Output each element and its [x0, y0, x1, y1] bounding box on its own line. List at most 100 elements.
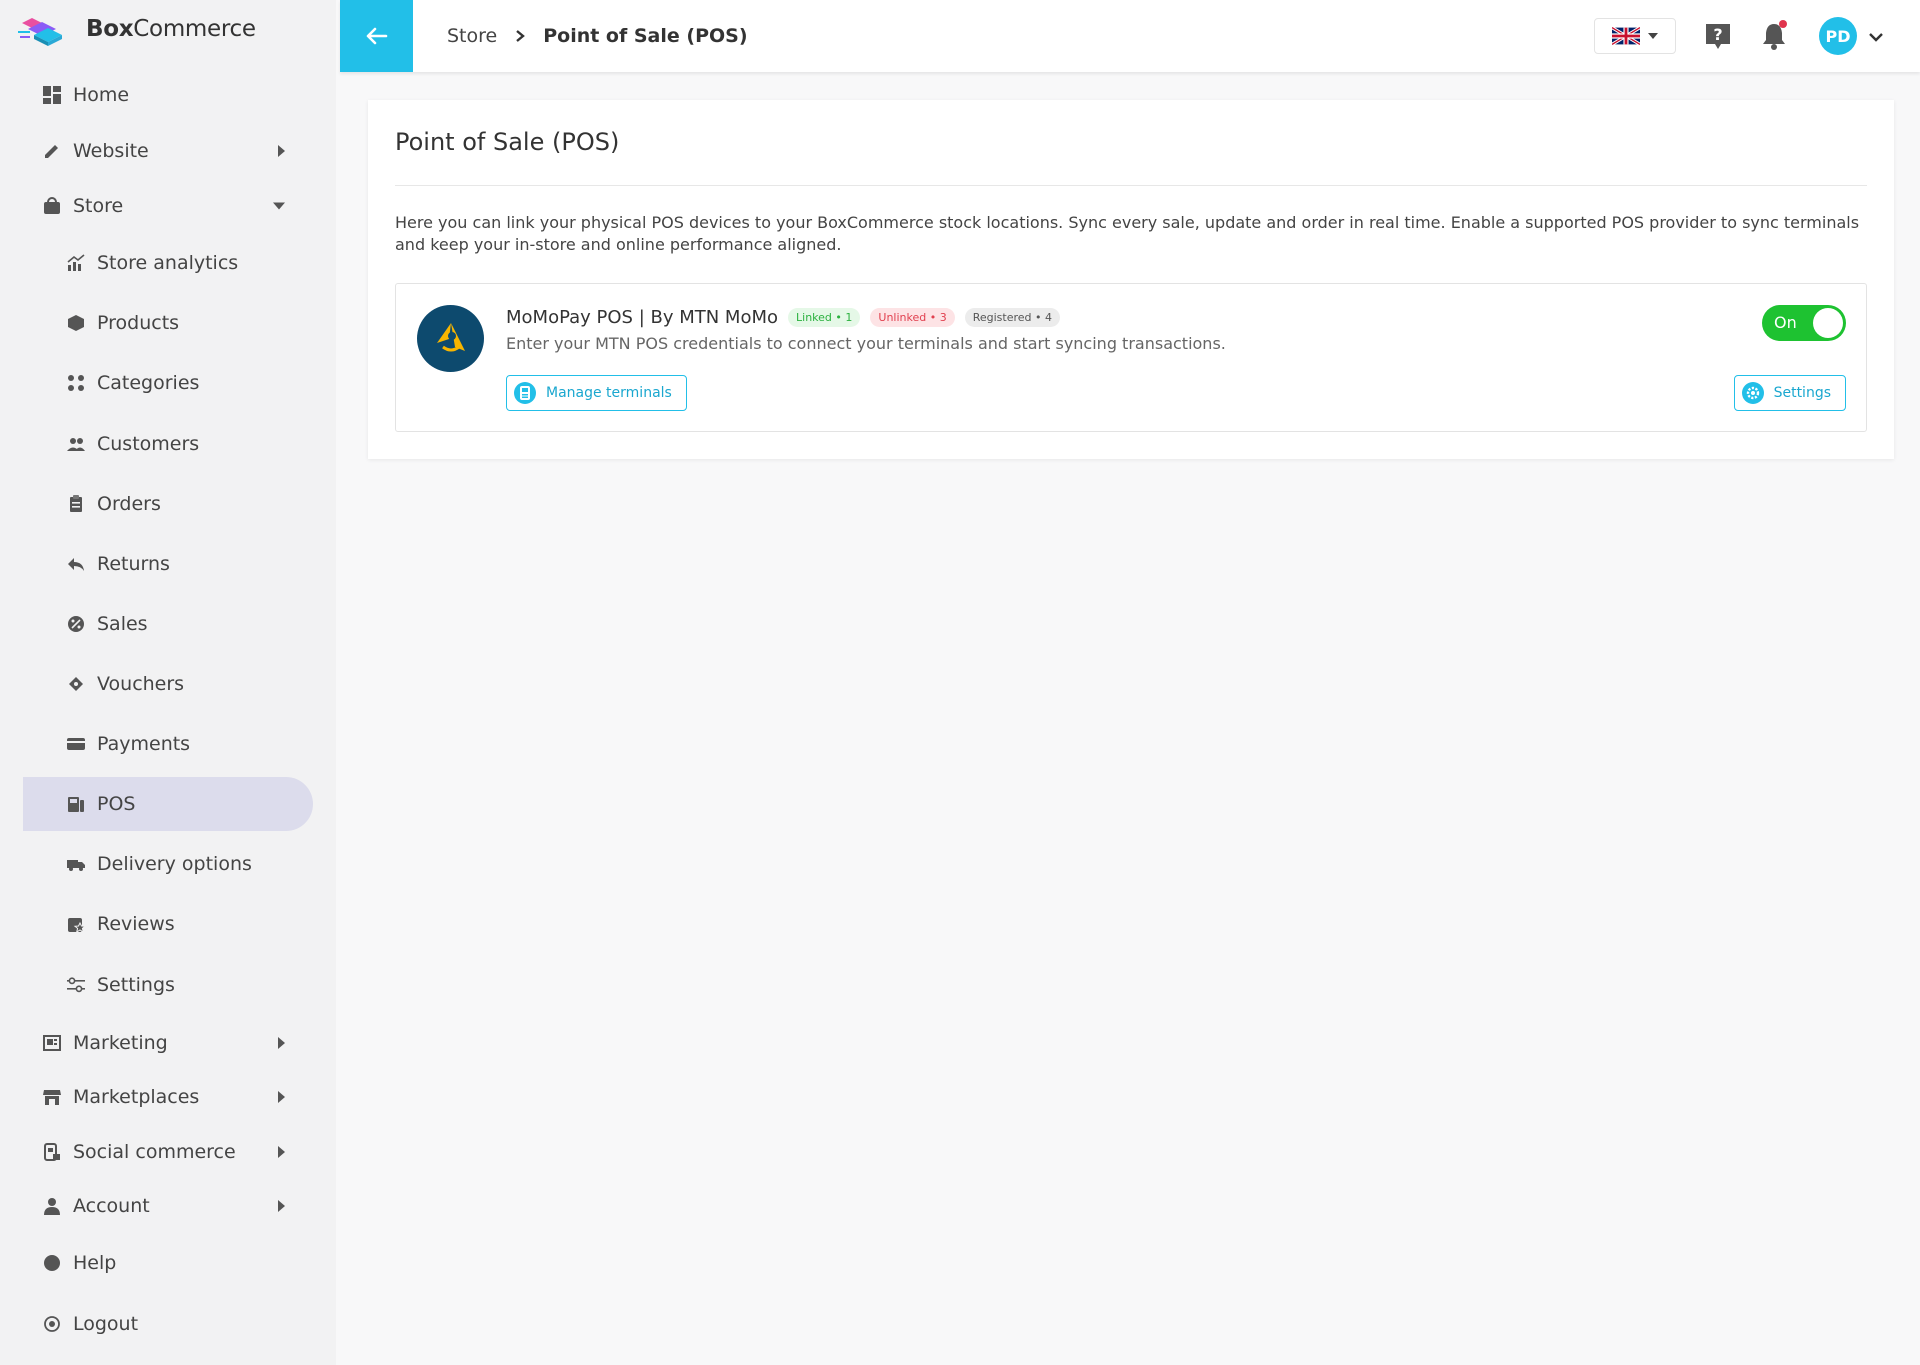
provider-name: MoMoPay POS | By MTN MoMo — [506, 307, 779, 328]
sidebar-item-label: Sales — [97, 613, 148, 635]
notification-dot — [1779, 20, 1787, 28]
shopping-bag-icon — [43, 197, 61, 215]
sidebar-item-logout[interactable]: Logout — [23, 1297, 313, 1351]
ticket-icon — [67, 675, 85, 693]
divider — [395, 185, 1867, 186]
toggle-label: On — [1774, 313, 1797, 332]
truck-icon — [67, 855, 85, 873]
terminal-icon — [514, 382, 536, 404]
dashboard-icon — [43, 86, 61, 104]
sidebar-item-vouchers[interactable]: Vouchers — [23, 657, 313, 711]
sidebar-item-marketing[interactable]: Marketing — [23, 1016, 313, 1070]
sidebar-item-help[interactable]: Help — [23, 1236, 313, 1290]
sidebar-item-settings[interactable]: Settings — [23, 958, 313, 1012]
provider-toggle[interactable]: On — [1762, 305, 1846, 341]
credit-card-icon — [67, 735, 85, 753]
people-icon — [67, 435, 85, 453]
sidebar-item-pos[interactable]: POS — [23, 777, 313, 831]
sidebar-item-label: Help — [73, 1252, 117, 1274]
boxcommerce-logo-icon — [18, 18, 62, 46]
sidebar-item-returns[interactable]: Returns — [23, 537, 313, 591]
chevron-right-icon — [278, 1146, 285, 1158]
manage-terminals-label: Manage terminals — [546, 385, 672, 401]
language-selector[interactable] — [1594, 18, 1676, 54]
sidebar-item-marketplaces[interactable]: Marketplaces — [23, 1070, 313, 1124]
sidebar-item-label: Home — [73, 84, 130, 106]
sidebar-item-customers[interactable]: Customers — [23, 417, 313, 471]
sidebar-item-label: Payments — [97, 733, 191, 755]
momo-logo-icon — [417, 305, 484, 372]
chevron-right-icon — [278, 1091, 285, 1103]
sidebar-item-label: Marketplaces — [73, 1086, 200, 1108]
question-bubble-icon: ? — [1706, 24, 1730, 49]
breadcrumb-store[interactable]: Store — [447, 25, 497, 47]
sidebar-item-label: Products — [97, 312, 180, 334]
sidebar-item-categories[interactable]: Categories — [23, 356, 313, 410]
brand-name: BoxCommerce — [86, 16, 256, 42]
sidebar-item-products[interactable]: Products — [23, 296, 313, 350]
sidebar-item-label: Marketing — [73, 1032, 168, 1054]
arrow-left-icon — [366, 27, 387, 45]
sidebar-item-label: Customers — [97, 433, 200, 455]
unlinked-badge: Unlinked • 3 — [870, 308, 955, 327]
brand-logo[interactable]: BoxCommerce — [18, 6, 256, 52]
pos-terminal-icon — [67, 795, 85, 813]
sidebar-item-home[interactable]: Home — [23, 68, 313, 122]
logout-icon — [43, 1315, 61, 1333]
analytics-icon — [67, 254, 85, 272]
breadcrumb: Store Point of Sale (POS) — [447, 0, 748, 72]
caret-down-icon — [1648, 33, 1658, 39]
sidebar-item-social-commerce[interactable]: Social commerce — [23, 1125, 313, 1179]
chevron-right-icon — [278, 1037, 285, 1049]
back-button[interactable] — [340, 0, 413, 72]
person-icon — [43, 1197, 61, 1215]
page-title: Point of Sale (POS) — [395, 128, 620, 156]
avatar[interactable]: PD — [1819, 17, 1857, 55]
sidebar-item-label: Settings — [97, 974, 175, 996]
chevron-down-icon — [273, 202, 285, 210]
sidebar-item-store-analytics[interactable]: Store analytics — [23, 236, 313, 290]
clipboard-icon — [67, 495, 85, 513]
sidebar-item-label: Delivery options — [97, 853, 252, 875]
phone-share-icon — [43, 1143, 61, 1161]
pos-card: Point of Sale (POS) Here you can link yo… — [368, 100, 1894, 459]
toggle-knob — [1813, 308, 1843, 338]
notifications-button[interactable] — [1759, 20, 1789, 51]
sidebar-item-account[interactable]: Account — [23, 1179, 313, 1233]
sidebar-item-label: Store analytics — [97, 252, 239, 274]
help-button[interactable]: ? — [1703, 21, 1733, 51]
sidebar: BoxCommerce Home Website Store Store ana… — [0, 0, 336, 1365]
registered-badge: Registered • 4 — [964, 308, 1060, 327]
sidebar-item-orders[interactable]: Orders — [23, 477, 313, 531]
sidebar-item-label: Store — [73, 195, 124, 217]
sidebar-item-label: POS — [97, 793, 136, 815]
chevron-right-icon — [278, 145, 285, 157]
sidebar-item-website[interactable]: Website — [23, 124, 313, 178]
breadcrumb-current: Point of Sale (POS) — [543, 25, 748, 47]
manage-terminals-button[interactable]: Manage terminals — [506, 375, 687, 411]
percent-badge-icon — [67, 615, 85, 633]
sidebar-item-label: Logout — [73, 1313, 139, 1335]
sidebar-item-label: Reviews — [97, 913, 175, 935]
provider-card: MoMoPay POS | By MTN MoMo Linked • 1 Unl… — [395, 283, 1867, 432]
help-circle-icon — [43, 1254, 61, 1272]
sidebar-item-label: Categories — [97, 372, 200, 394]
sidebar-item-delivery-options[interactable]: Delivery options — [23, 837, 313, 891]
categories-icon — [67, 374, 85, 392]
provider-header: MoMoPay POS | By MTN MoMo Linked • 1 Unl… — [506, 307, 1060, 328]
sidebar-item-store[interactable]: Store — [23, 179, 313, 233]
newspaper-icon — [43, 1034, 61, 1052]
uk-flag-icon — [1612, 27, 1640, 45]
linked-badge: Linked • 1 — [788, 308, 861, 327]
chevron-down-icon[interactable] — [1868, 28, 1884, 47]
sidebar-item-reviews[interactable]: Reviews — [23, 897, 313, 951]
box-icon — [67, 314, 85, 332]
chevron-right-icon — [278, 1200, 285, 1212]
sidebar-item-label: Vouchers — [97, 673, 185, 695]
sidebar-item-sales[interactable]: Sales — [23, 597, 313, 651]
provider-settings-button[interactable]: Settings — [1733, 375, 1846, 411]
page-description: Here you can link your physical POS devi… — [395, 213, 1860, 254]
sidebar-item-label: Social commerce — [73, 1141, 236, 1163]
provider-subtitle: Enter your MTN POS credentials to connec… — [506, 334, 1226, 353]
sidebar-item-payments[interactable]: Payments — [23, 717, 313, 771]
